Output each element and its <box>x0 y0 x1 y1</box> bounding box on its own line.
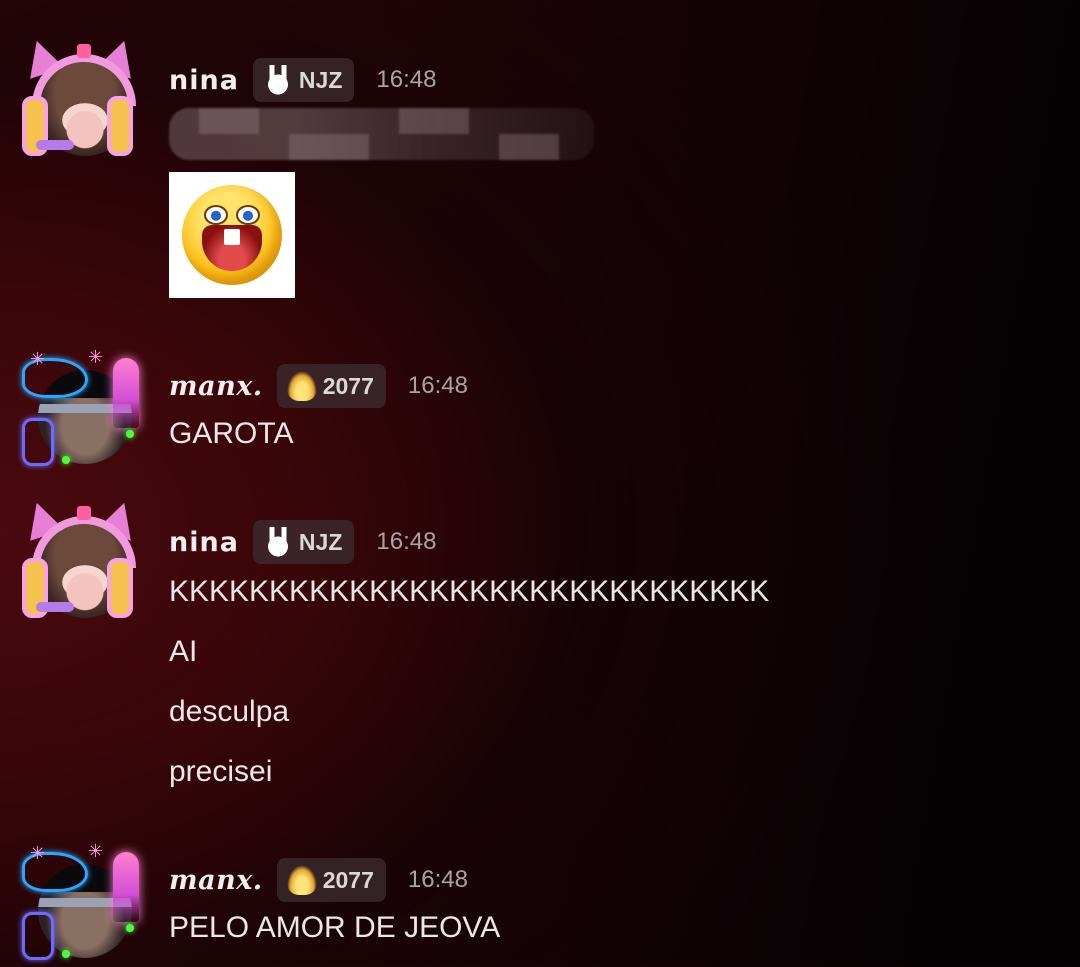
username[interactable]: nina <box>169 65 239 96</box>
message-header: manx. 2077 16:48 <box>169 858 1080 902</box>
pixel-block <box>289 134 369 160</box>
neon-decoration <box>113 852 139 922</box>
timestamp: 16:48 <box>376 528 437 555</box>
username[interactable]: manx. <box>169 865 263 896</box>
mic-decoration <box>36 140 74 150</box>
tooth-icon <box>224 229 240 245</box>
message-text: desculpa <box>169 695 290 728</box>
guild-tag-label: 2077 <box>322 372 374 399</box>
username[interactable]: manx. <box>169 371 263 402</box>
message-header: manx. 2077 16:48 <box>169 364 1080 408</box>
message-content: manx. 2077 16:48 GAROTA <box>169 364 1080 456</box>
heart-icon <box>77 44 91 58</box>
sparkle-icon: ✳ <box>88 347 104 367</box>
guild-tag-label: 2077 <box>322 866 374 893</box>
sparkle-icon: ✳ <box>30 349 46 369</box>
earpad-decoration <box>107 558 133 618</box>
flame-icon <box>286 865 317 895</box>
avatar-manx[interactable]: ✳ ✳ <box>22 348 147 473</box>
bunny-icon <box>262 65 293 95</box>
timestamp: 16:48 <box>407 372 468 399</box>
pixel-block <box>399 108 469 134</box>
mic-decoration <box>36 602 74 612</box>
message-text: PELO AMOR DE JEOVA <box>169 911 501 944</box>
timestamp: 16:48 <box>376 66 437 93</box>
neon-decoration <box>22 912 54 960</box>
avatar-manx[interactable]: ✳ ✳ <box>22 842 147 967</box>
image-attachment[interactable] <box>169 172 295 298</box>
username[interactable]: nina <box>169 527 239 558</box>
message-text: precisei <box>169 755 273 788</box>
eye-icon <box>204 205 228 225</box>
avatar-nina[interactable] <box>19 497 147 627</box>
message-text: AI <box>169 635 198 668</box>
guild-tag[interactable]: NJZ <box>252 520 355 564</box>
sparkle-icon: ✳ <box>88 841 104 861</box>
timestamp: 16:48 <box>407 866 468 893</box>
heart-icon <box>77 506 91 520</box>
dot-decoration <box>126 924 134 932</box>
dot-decoration <box>62 456 70 464</box>
message-header: nina NJZ 16:48 <box>169 520 1080 564</box>
message-content: nina NJZ 16:48 KKKKKKKKKKKKKKKKKKKKKKKKK… <box>169 520 1080 794</box>
flame-icon <box>286 371 317 401</box>
bunny-icon <box>262 527 293 557</box>
laughing-emoji-icon <box>182 185 282 285</box>
guild-tag[interactable]: NJZ <box>252 58 355 102</box>
message-content: nina NJZ 16:48 <box>169 58 1080 298</box>
guild-tag[interactable]: 2077 <box>276 858 386 902</box>
message-content: manx. 2077 16:48 PELO AMOR DE JEOVA <box>169 858 1080 950</box>
guild-tag-label: NJZ <box>298 66 343 93</box>
dot-decoration <box>126 430 134 438</box>
redacted-text <box>169 108 594 160</box>
sparkle-icon: ✳ <box>30 843 46 863</box>
guild-tag-label: NJZ <box>298 528 343 555</box>
earpad-decoration <box>107 96 133 156</box>
neon-decoration <box>22 418 54 466</box>
guild-tag[interactable]: 2077 <box>276 364 386 408</box>
message-text: GAROTA <box>169 417 294 450</box>
eye-icon <box>236 205 260 225</box>
avatar-nina[interactable] <box>19 35 147 165</box>
dot-decoration <box>62 950 70 958</box>
message-text: KKKKKKKKKKKKKKKKKKKKKKKKKKKKKK <box>169 575 770 608</box>
mouth-icon <box>202 225 262 271</box>
message-header: nina NJZ 16:48 <box>169 58 1080 102</box>
pixel-block <box>499 134 559 160</box>
neon-decoration <box>113 358 139 428</box>
pixel-block <box>199 108 259 134</box>
